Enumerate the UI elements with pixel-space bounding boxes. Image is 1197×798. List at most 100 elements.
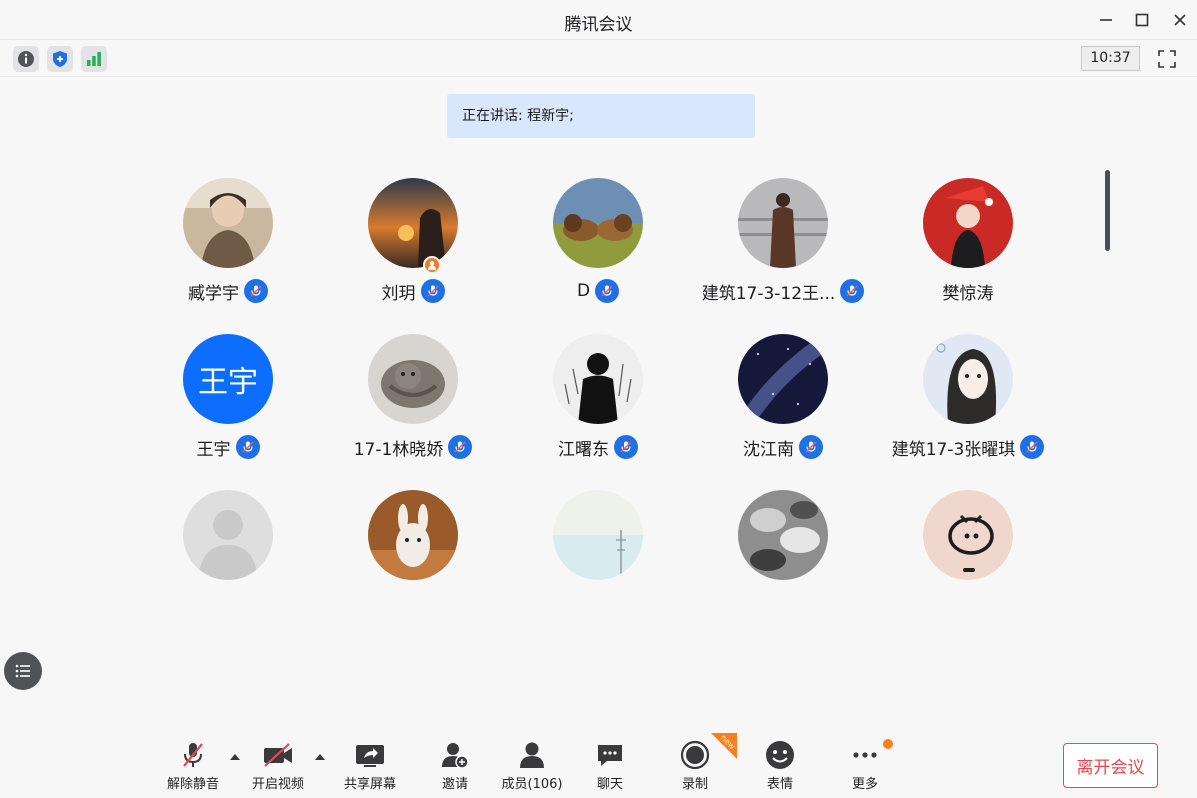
participant-avatar[interactable] [183,178,273,268]
reactions-button[interactable]: 表情 [744,740,816,796]
security-button[interactable] [47,46,73,72]
avatar-photo [368,178,458,268]
host-badge-icon [423,256,441,274]
avatar-photo [553,490,643,580]
maximize-button[interactable] [1128,8,1156,32]
participant-avatar[interactable] [183,490,273,580]
participant-avatar[interactable]: 王宇 [183,334,273,424]
start-video-button[interactable]: 开启视频 [242,740,314,796]
participant-tile: 建筑17-3-12王... [693,178,873,318]
participant-name-row: 王宇 [138,434,318,460]
participant-avatar[interactable] [368,334,458,424]
share-screen-button[interactable]: 共享屏幕 [334,740,406,796]
record-icon [680,740,710,770]
participant-avatar[interactable] [923,490,1013,580]
avatar-initials: 王宇 [183,334,273,424]
meeting-toolbar: 10:37 [0,40,1197,77]
participant-tile: 建筑17-3张曜琪 [878,334,1058,474]
participant-tile [508,490,688,582]
meeting-clock: 10:37 [1081,46,1140,71]
window-title: 腾讯会议 [564,15,633,35]
network-status-button[interactable] [81,46,107,72]
notification-dot [883,739,893,749]
meeting-info-button[interactable] [13,46,39,72]
participant-tile [693,490,873,582]
participant-name-row: 樊惊涛 [878,278,1058,304]
participant-tile: 江曙东 [508,334,688,474]
fullscreen-button[interactable] [1154,46,1180,72]
leave-meeting-button[interactable]: 离开会议 [1063,743,1158,788]
mic-muted-icon [840,279,865,303]
participant-name-row: 沈江南 [693,434,873,460]
avatar-photo [738,178,828,268]
avatar-photo [738,334,828,424]
unmute-button[interactable]: 解除静音 [157,740,229,796]
participant-name-row: 刘玥 [323,278,503,304]
participant-name: 建筑17-3-12王... [701,283,836,304]
participant-tile: 刘玥 [323,178,503,318]
new-feature-badge: new [711,733,737,759]
invite-button[interactable]: 邀请 [419,740,491,796]
chat-label: 聊天 [596,777,623,792]
participant-tile: 王宇 王宇 [138,334,318,474]
avatar-photo [923,490,1013,580]
share-screen-icon [356,745,384,767]
participant-avatar[interactable] [553,178,643,268]
participant-avatar[interactable] [738,490,828,580]
participant-avatar[interactable] [368,490,458,580]
participant-avatar[interactable] [553,490,643,580]
members-button[interactable]: 成员(106) [496,740,568,796]
participant-name-row: 17-1林晓娇 [323,434,503,460]
more-dots-icon [853,752,877,758]
audio-options-caret-icon[interactable] [229,752,241,762]
default-avatar-icon [183,490,273,580]
participant-name: D [576,281,591,301]
participant-avatar[interactable] [923,178,1013,268]
active-speaker-banner: 正在讲话: 程新宇; [447,94,755,138]
participant-name: 沈江南 [743,439,794,460]
participant-name-row: 建筑17-3-12王... [693,278,873,304]
mic-muted-icon [235,435,260,459]
mic-muted-icon [614,435,638,459]
participant-name: 江曙东 [558,439,609,460]
participant-name: 刘玥 [381,283,416,304]
title-bar: 腾讯会议 [0,0,1197,40]
participant-avatar[interactable] [368,178,458,268]
participant-name-row: 臧学宇 [138,278,318,304]
participant-name: 樊惊涛 [942,283,994,304]
participant-avatar[interactable] [738,334,828,424]
participant-avatar[interactable] [553,334,643,424]
mic-muted-icon [448,435,473,459]
info-icon [18,51,34,67]
chat-button[interactable]: 聊天 [574,740,646,796]
participant-name: 王宇 [196,439,231,460]
close-button[interactable] [1166,8,1194,32]
video-off-icon [264,743,292,767]
participant-tile: 沈江南 [693,334,873,474]
participant-tile [323,490,503,582]
participant-avatar[interactable] [923,334,1013,424]
avatar-photo [553,334,643,424]
mic-muted-icon [1020,435,1045,459]
participant-name: 臧学宇 [188,283,239,304]
close-icon [1174,14,1186,26]
microphone-muted-icon [183,743,203,767]
participant-tile: 臧学宇 [138,178,318,318]
list-icon [15,664,30,678]
avatar-photo [923,334,1013,424]
participant-tile: D [508,178,688,318]
add-user-icon [442,743,469,769]
share-screen-label: 共享屏幕 [343,777,396,792]
more-label: 更多 [851,777,878,792]
minimize-button[interactable] [1092,8,1120,32]
unmute-label: 解除静音 [166,777,219,792]
reactions-label: 表情 [766,777,793,792]
video-options-caret-icon[interactable] [314,752,326,762]
grid-scrollbar[interactable] [1105,170,1110,251]
members-icon [520,742,544,768]
start-video-label: 开启视频 [251,777,304,792]
mic-muted-icon [244,279,268,303]
participant-avatar[interactable] [738,178,828,268]
maximize-icon [1135,13,1149,27]
participant-list-toggle[interactable] [4,652,42,690]
